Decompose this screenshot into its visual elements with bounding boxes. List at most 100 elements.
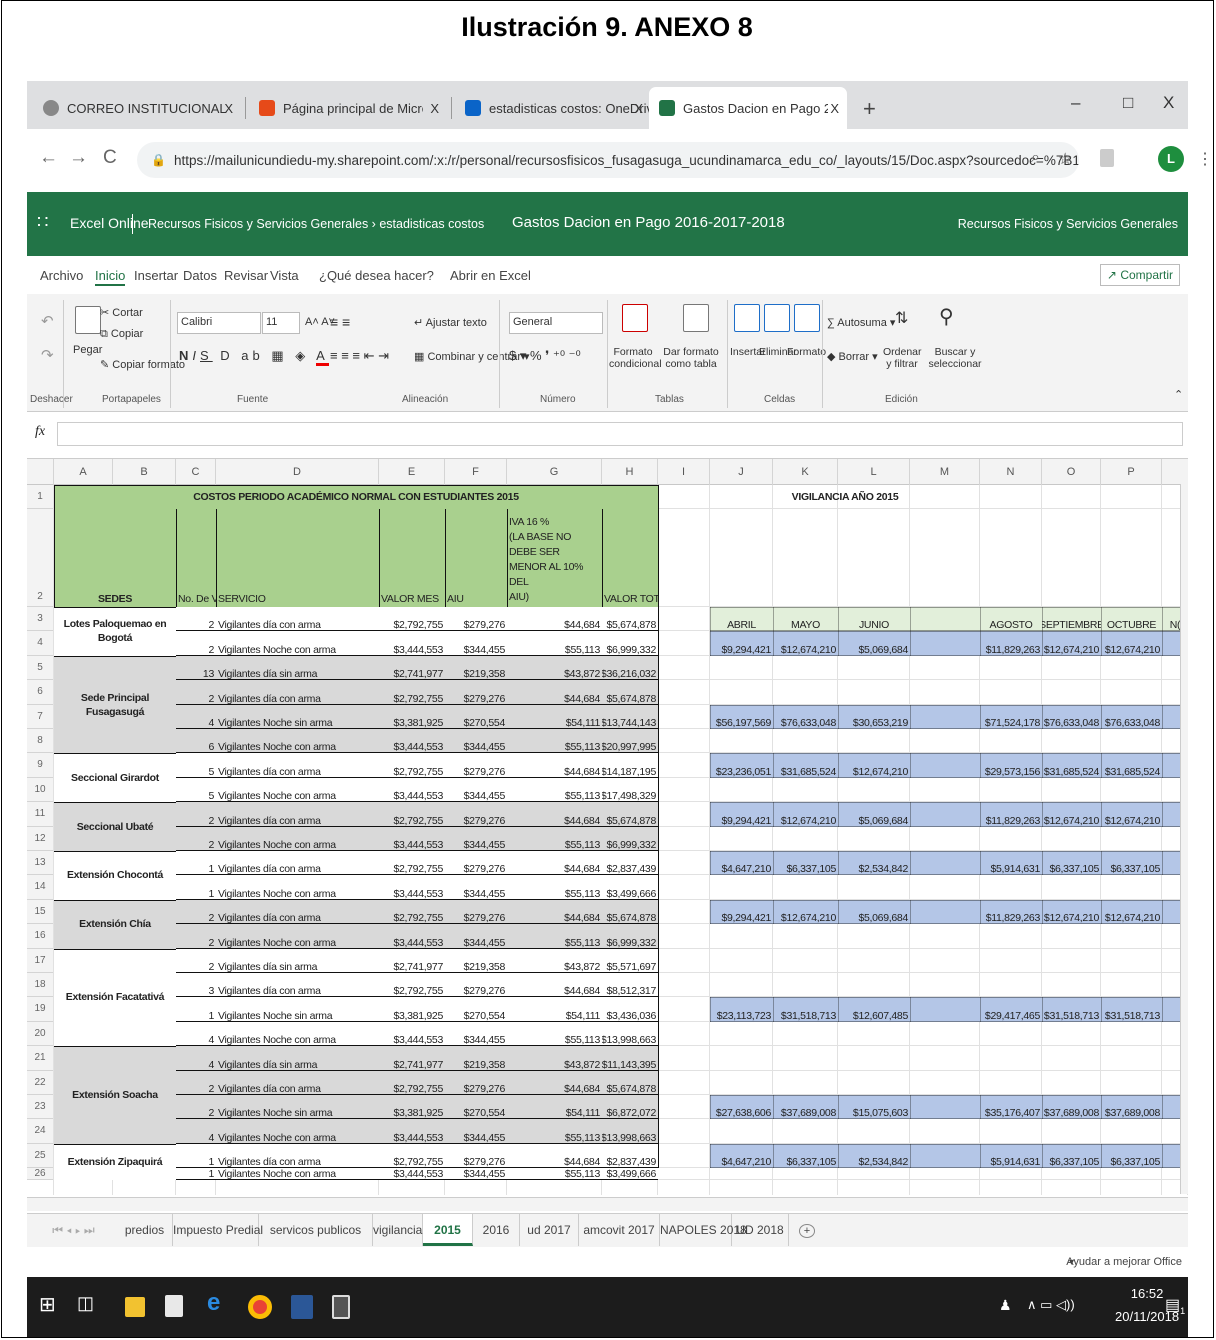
column-header-o[interactable]: O [1042,459,1101,485]
month-cell[interactable]: $12,674,210 [1042,631,1101,656]
cell-aiu[interactable]: $279,276 [445,973,507,997]
month-cell[interactable]: AGOSTO [980,607,1042,631]
sede-cell[interactable]: Extensión Zipaquirá [54,1143,176,1181]
month-cell[interactable]: $31,685,524 [1101,753,1162,778]
sheet-tab-amcovit-2017[interactable]: amcovit 2017 [579,1214,660,1246]
close-tab-icon[interactable]: X [430,101,439,116]
column-header-n[interactable]: N [980,459,1042,485]
row-header-21[interactable]: 21 [27,1046,54,1071]
find-select-button[interactable]: Buscar y seleccionar [923,346,987,370]
column-header-b[interactable]: B [113,459,176,485]
cell-iva[interactable]: $43,872 [507,1046,602,1071]
cell-servicio[interactable]: Vigilantes día con arma [216,973,379,997]
cell-valor-total[interactable]: $3,499,666 [602,875,658,900]
sheet-tab-vigilancia[interactable]: vigilancia [373,1214,423,1246]
header-aiu[interactable]: AIU [445,509,507,607]
browser-tab[interactable]: Página principal de Microsoft Off X [249,87,447,129]
row-header-13[interactable]: 13 [27,851,54,876]
cell-iva[interactable]: $55,113 [507,631,602,656]
month-cell[interactable]: $12,674,210 [1101,900,1162,924]
cell-aiu[interactable]: $279,276 [445,680,507,705]
cell-aiu[interactable]: $219,358 [445,656,507,680]
cell-aiu[interactable]: $344,455 [445,1119,507,1144]
cell-servicio[interactable]: Vigilantes Noche con arma [216,1168,379,1180]
cell-valor-total[interactable]: $36,216,032 [602,656,658,680]
format-painter-button[interactable]: ✎ Copiar formato [100,358,185,371]
cell-iva[interactable]: $44,684 [507,607,602,631]
row-header-17[interactable]: 17 [27,948,54,973]
cell-iva[interactable]: $54,111 [507,705,602,729]
cell-valor-total[interactable]: $3,436,036 [602,997,658,1022]
sede-cell[interactable]: Sede Principal Fusagasugá [54,655,176,754]
column-header-a[interactable]: A [54,459,113,485]
horizontal-scrollbar[interactable] [27,1197,1188,1211]
month-cell[interactable]: $11,829,263 [980,802,1042,827]
row-header-6[interactable]: 6 [27,680,54,705]
cell-aiu[interactable]: $344,455 [445,1168,507,1180]
cell-valor-total[interactable]: $17,498,329 [602,778,658,802]
month-cell[interactable]: $23,236,051 [710,753,773,778]
cell-aiu[interactable]: $279,276 [445,851,507,875]
cell-valor-mes[interactable]: $2,792,755 [379,680,445,705]
cell-iva[interactable]: $55,113 [507,1119,602,1144]
sheet-tab-servicos-publicos[interactable]: servicos publicos [259,1214,373,1246]
cell-valor-total[interactable]: $6,872,072 [602,1095,658,1119]
sede-cell[interactable]: Seccional Ubaté [54,802,176,851]
month-cell[interactable]: $6,337,105 [1101,1144,1162,1168]
month-cell[interactable]: $76,633,048 [1042,705,1101,729]
insert-cells-icon[interactable] [734,304,760,332]
cell-valor-mes[interactable]: $3,444,553 [379,875,445,900]
month-cell[interactable]: $37,689,008 [773,1095,838,1119]
avatar[interactable]: L [1158,146,1184,172]
month-cell[interactable]: $11,829,263 [980,900,1042,924]
sheet-tab-ud-2017[interactable]: ud 2017 [520,1214,579,1246]
cell-valor-total[interactable]: $20,997,995 [602,729,658,753]
cell-aiu[interactable]: $344,455 [445,631,507,656]
cell-aiu[interactable]: $270,554 [445,705,507,729]
cell-iva[interactable]: $44,684 [507,851,602,875]
cell-no-vigilantes[interactable]: 2 [176,900,216,924]
cell-no-vigilantes[interactable]: 4 [176,705,216,729]
cell-aiu[interactable]: $219,358 [445,949,507,973]
cell-valor-mes[interactable]: $3,444,553 [379,729,445,753]
header-servicio[interactable]: SERVICIO [216,509,379,607]
row-header-8[interactable]: 8 [27,729,54,754]
cell-valor-mes[interactable]: $3,444,553 [379,924,445,949]
row-header-20[interactable]: 20 [27,1021,54,1047]
cell-no-vigilantes[interactable]: 2 [176,949,216,973]
month-cell[interactable]: ABRIL [710,607,773,631]
cell-servicio[interactable]: Vigilantes Noche con arma [216,631,379,656]
row-header-18[interactable]: 18 [27,973,54,998]
zoom-icon[interactable]: ⌕ [1031,149,1040,167]
cell-valor-total[interactable]: $5,674,878 [602,802,658,827]
cell-valor-mes[interactable]: $2,792,755 [379,851,445,875]
month-cell[interactable]: $12,674,210 [1042,802,1101,827]
cell-valor-mes[interactable]: $3,381,925 [379,997,445,1022]
month-cell[interactable]: $31,685,524 [1042,753,1101,778]
column-header-d[interactable]: D [216,459,379,485]
month-cell[interactable]: $6,337,105 [1101,851,1162,875]
browser-tab-active[interactable]: Gastos Dacion en Pago 2016-201 X [649,87,847,129]
cell-servicio[interactable]: Vigilantes Noche con arma [216,1022,379,1046]
cell-valor-total[interactable]: $14,187,195 [602,753,658,778]
menu-abrir-excel[interactable]: Abrir en Excel [450,268,531,283]
cell-iva[interactable]: $44,684 [507,753,602,778]
cell-servicio[interactable]: Vigilantes Noche sin arma [216,705,379,729]
cell-servicio[interactable]: Vigilantes día sin arma [216,1046,379,1071]
close-tab-icon[interactable]: X [830,101,839,116]
cut-button[interactable]: ✂ Cortar [100,306,143,319]
cell-aiu[interactable]: $219,358 [445,1046,507,1071]
month-cell[interactable]: $29,417,465 [980,997,1042,1022]
row-header-19[interactable]: 19 [27,997,54,1022]
row-header-14[interactable]: 14 [27,875,54,900]
cell-valor-total[interactable]: $11,143,395 [602,1046,658,1071]
close-window-button[interactable]: X [1163,93,1174,113]
formula-input[interactable] [57,422,1183,446]
cell-iva[interactable]: $55,113 [507,875,602,900]
month-cell[interactable]: $9,294,421 [710,631,773,656]
cell-aiu[interactable]: $344,455 [445,1022,507,1046]
right-table-title[interactable]: VIGILANCIA AÑO 2015 [710,485,980,509]
cell-iva[interactable]: $55,113 [507,1022,602,1046]
month-cell[interactable]: $5,914,631 [980,851,1042,875]
sede-cell[interactable]: Extensión Chocontá [54,851,176,900]
